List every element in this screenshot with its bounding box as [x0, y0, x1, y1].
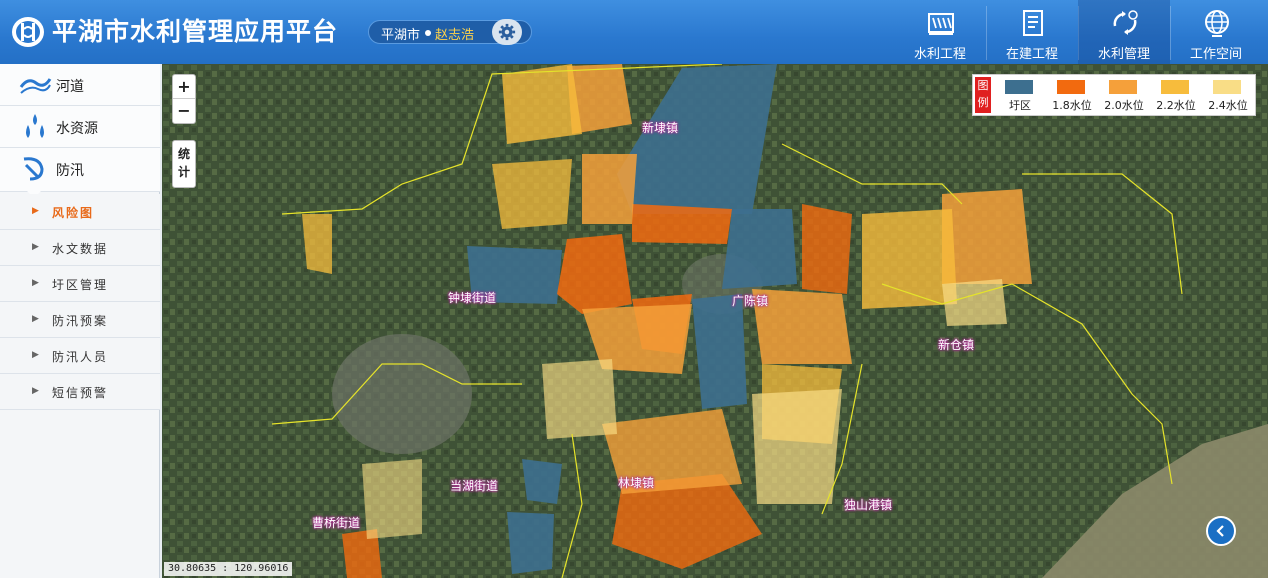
river-icon — [19, 78, 52, 94]
zoom-out-button[interactable]: − — [173, 99, 195, 123]
nav-water-management[interactable]: 水利管理 — [1078, 0, 1170, 64]
sidebar-sub-flood-staff[interactable]: ▶ 防汛人员 — [0, 338, 160, 374]
map-canvas[interactable] — [162, 64, 1268, 578]
legend-swatch — [1057, 80, 1085, 94]
legend-label: 2.2水位 — [1156, 99, 1196, 112]
risk-zone-2-4[interactable] — [942, 279, 1007, 326]
zoom-in-button[interactable]: + — [173, 75, 195, 99]
legend-label: 圩区 — [1009, 99, 1031, 112]
town-label: 林埭镇 — [618, 476, 655, 490]
sidebar-sub-label: 水文数据 — [52, 242, 109, 256]
legend-item: 1.8水位 — [1049, 79, 1101, 113]
legend-swatch — [1109, 80, 1137, 94]
water-engineering-icon — [928, 13, 954, 35]
zoom-control: + − — [172, 74, 196, 124]
polder-zone[interactable] — [522, 459, 562, 504]
urban-area — [332, 334, 472, 454]
settings-button[interactable] — [492, 19, 522, 45]
legend-label: 1.8水位 — [1052, 99, 1092, 112]
chevron-right-icon: ▶ — [32, 314, 39, 324]
risk-zone-2-2[interactable] — [492, 159, 572, 229]
app-title: 平湖市水利管理应用平台 — [52, 17, 339, 46]
sidebar-sub-flood-plan[interactable]: ▶ 防汛预案 — [0, 302, 160, 338]
sidebar-item-water-resources[interactable]: 水资源 — [0, 106, 160, 148]
legend-swatch — [1005, 80, 1033, 94]
risk-zone-2-2[interactable] — [862, 209, 957, 309]
legend-item: 2.4水位 — [1205, 79, 1257, 113]
sidebar-sub-label: 风险图 — [52, 206, 95, 220]
legend-item: 圩区 — [997, 79, 1049, 113]
top-header: 平湖市水利管理应用平台 平湖市 赵志浩 水利工程 在建工程 水利管理 工作空间 — [0, 0, 1268, 64]
construction-project-icon — [1023, 10, 1043, 36]
legend-swatch — [1161, 80, 1189, 94]
water-management-icon — [1113, 10, 1138, 35]
globe-workspace-icon — [1205, 10, 1229, 37]
chevron-right-icon: ▶ — [32, 278, 39, 288]
flood-control-icon — [23, 157, 44, 181]
risk-zone-2-4[interactable] — [752, 389, 842, 504]
nav-water-engineering[interactable]: 水利工程 — [894, 0, 986, 64]
logo-icon — [12, 17, 44, 47]
user-city: 平湖市 — [381, 28, 421, 43]
gear-icon — [498, 23, 516, 41]
chevron-right-icon: ▶ — [32, 242, 39, 252]
nav-construction[interactable]: 在建工程 — [986, 0, 1078, 64]
sidebar-item-flood-control[interactable]: 防汛 — [0, 148, 160, 192]
risk-zone-2-0[interactable] — [582, 154, 637, 224]
statistics-button[interactable]: 统计 — [172, 140, 196, 188]
nav-label: 水利管理 — [1097, 47, 1150, 62]
town-label: 当湖街道 — [450, 479, 499, 493]
chevron-right-icon: ▶ — [32, 350, 39, 360]
risk-zone-2-4[interactable] — [362, 459, 422, 539]
sidebar: 河道 水资源 防汛 ▶ 风险图 ▶ 水文数据 ▶ 圩区管理 ▶ 防汛预案 ▶ 防… — [0, 64, 160, 578]
town-label: 钟埭街道 — [448, 291, 497, 305]
nav-workspace[interactable]: 工作空间 — [1170, 0, 1262, 64]
coordinate-readout: 30.80635 : 120.96016 — [164, 562, 293, 576]
risk-zone-2-4[interactable] — [542, 359, 617, 439]
sidebar-item-river[interactable]: 河道 — [0, 64, 160, 106]
sidebar-item-label: 防汛 — [56, 163, 84, 179]
risk-zone-1-8[interactable] — [802, 204, 852, 294]
risk-zone-1-8[interactable] — [557, 234, 632, 314]
sidebar-item-label: 水资源 — [56, 121, 98, 137]
legend-title: 图例 — [975, 77, 991, 113]
town-label: 新埭镇 — [642, 121, 679, 135]
nav-label: 在建工程 — [1005, 47, 1058, 62]
nav-label: 工作空间 — [1189, 47, 1242, 62]
sidebar-sub-label: 防汛预案 — [52, 314, 109, 328]
chevron-left-icon — [1216, 525, 1224, 537]
legend-label: 2.0水位 — [1104, 99, 1144, 112]
risk-zone-1-8[interactable] — [632, 204, 732, 244]
separator-dot — [425, 30, 431, 36]
sidebar-sub-hydrology[interactable]: ▶ 水文数据 — [0, 230, 160, 266]
chevron-right-icon: ▶ — [32, 386, 39, 396]
town-label: 新仓镇 — [938, 338, 975, 352]
sidebar-item-label: 河道 — [56, 79, 84, 95]
polder-zone[interactable] — [507, 512, 554, 574]
legend-item: 2.2水位 — [1153, 79, 1205, 113]
risk-zone-2-2[interactable] — [502, 64, 582, 144]
user-name[interactable]: 赵志浩 — [435, 24, 474, 43]
town-label: 独山港镇 — [844, 498, 893, 512]
risk-map[interactable]: + − 统计 图例 圩区 1.8水位 2.0水位 2.2水位 2.4水位 新埭镇… — [162, 64, 1268, 578]
legend-item: 2.0水位 — [1101, 79, 1153, 113]
water-drops-icon — [26, 114, 44, 138]
collapse-panel-button[interactable] — [1206, 516, 1236, 546]
sidebar-sub-polder[interactable]: ▶ 圩区管理 — [0, 266, 160, 302]
town-label: 曹桥街道 — [312, 516, 361, 530]
chevron-right-icon: ▶ — [32, 206, 39, 216]
legend-label: 2.4水位 — [1208, 99, 1248, 112]
sidebar-sub-label: 短信预警 — [52, 386, 109, 400]
sidebar-sub-label: 防汛人员 — [52, 350, 109, 364]
town-label: 广陈镇 — [732, 294, 769, 308]
polder-zone[interactable] — [722, 209, 797, 289]
map-legend: 图例 圩区 1.8水位 2.0水位 2.2水位 2.4水位 — [972, 74, 1256, 116]
nav-label: 水利工程 — [913, 47, 966, 62]
legend-swatch — [1213, 80, 1241, 94]
sidebar-sub-risk-map[interactable]: ▶ 风险图 — [0, 194, 160, 230]
sidebar-sub-sms-alert[interactable]: ▶ 短信预警 — [0, 374, 160, 410]
risk-zone-2-0[interactable] — [942, 189, 1032, 284]
sidebar-sub-label: 圩区管理 — [52, 278, 109, 292]
